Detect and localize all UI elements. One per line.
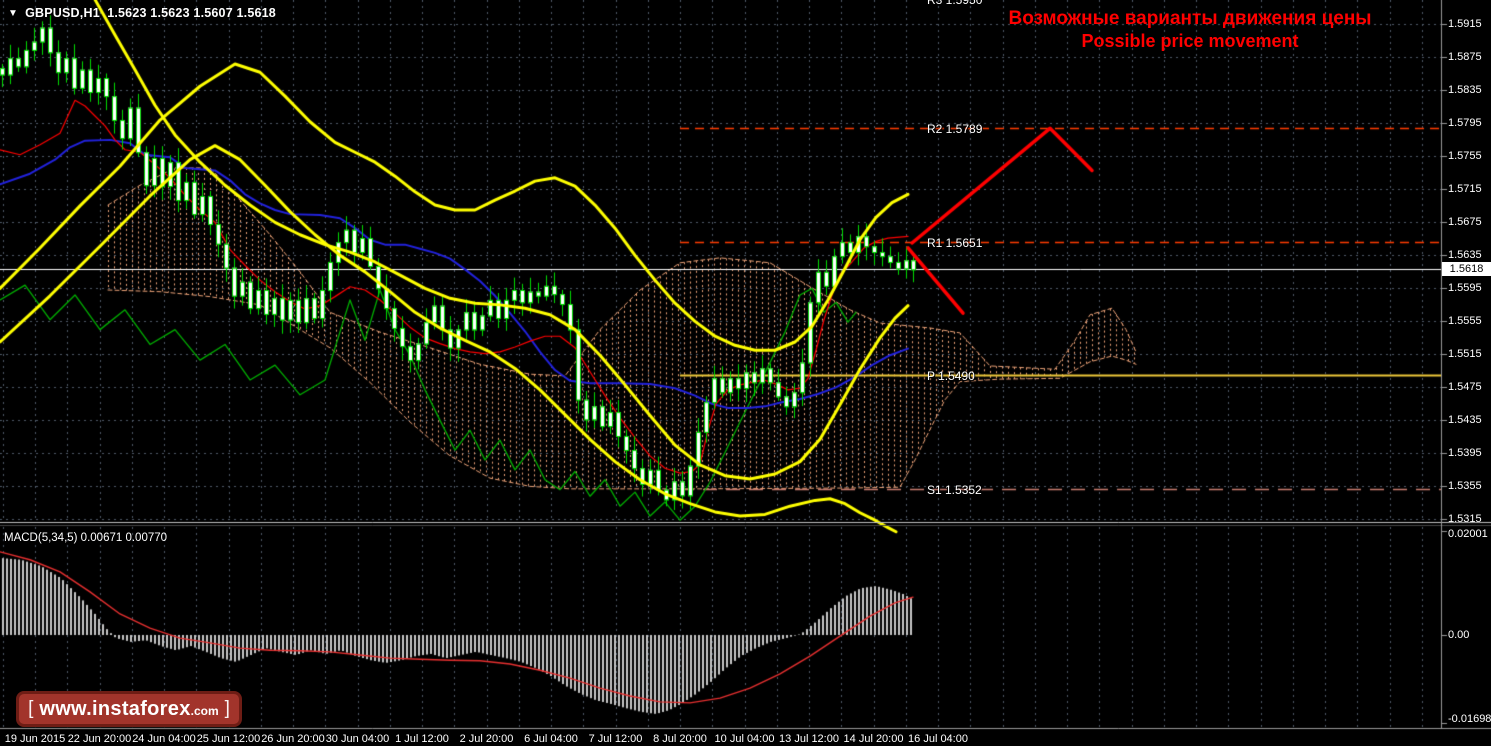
time-axis-label: 8 Jul 20:00 [653, 733, 707, 745]
price-tick-label: 1.5675 [1448, 216, 1482, 229]
time-axis-label: 19 Jun 2015 [4, 733, 66, 745]
watermark-close-bracket: ] [224, 698, 230, 719]
time-axis-label: 22 Jun 20:00 [67, 733, 132, 745]
time-axis-label: 25 Jun 12:00 [196, 733, 261, 745]
time-axis-label: 16 Jul 04:00 [908, 733, 968, 745]
pivot-level-label: R1 1.5651 [927, 236, 983, 251]
time-axis-label: 1 Jul 12:00 [395, 733, 449, 745]
price-tick-label: 1.5715 [1448, 183, 1482, 196]
price-tick-label: 1.5635 [1448, 249, 1482, 262]
price-tick-label: 1.5795 [1448, 117, 1482, 130]
price-chart-canvas[interactable] [0, 0, 1491, 746]
time-axis-label: 7 Jul 12:00 [588, 733, 643, 745]
time-axis-label: 2 Jul 20:00 [459, 733, 514, 745]
time-axis-label: 13 Jul 12:00 [779, 733, 839, 745]
time-axis-label: 24 Jun 04:00 [132, 733, 196, 745]
pivot-level-label: P 1.5490 [927, 369, 975, 383]
chart-window: ▼ GBPUSD,H1 1.5623 1.5623 1.5607 1.5618 В… [0, 0, 1491, 746]
symbol-dropdown-icon[interactable]: ▼ [8, 8, 18, 19]
price-tick-label: 1.5515 [1448, 348, 1482, 361]
quote-ohlc-label: 1.5623 1.5623 1.5607 1.5618 [107, 6, 276, 20]
pivot-level-label: R2 1.5789 [927, 122, 983, 137]
time-axis-label: 10 Jul 04:00 [714, 733, 775, 745]
price-tick-label: 1.5835 [1448, 84, 1482, 97]
pivot-level-label: S1 1.5352 [927, 482, 982, 497]
time-axis-label: 6 Jul 04:00 [524, 733, 578, 745]
time-axis-label: 26 Jun 20:00 [261, 733, 325, 745]
macd-tick-label: 0.00 [1448, 629, 1470, 641]
instaforex-watermark: [ www.instaforex .com ] [16, 691, 242, 727]
time-axis-label: 14 Jul 20:00 [843, 733, 904, 745]
price-tick-label: 1.5555 [1448, 315, 1482, 328]
symbol-timeframe-label: GBPUSD,H1 [25, 6, 100, 20]
time-axis-label: 30 Jun 04:00 [325, 733, 390, 745]
price-tick-label: 1.5435 [1448, 414, 1482, 427]
macd-tick-label: 0.02001 [1448, 528, 1488, 540]
watermark-open-bracket: [ [28, 698, 34, 719]
annotation-line-en: Possible price movement [1081, 31, 1299, 51]
annotation-line-ru: Возможные варианты движения цены [1008, 8, 1372, 29]
watermark-tld: .com [190, 704, 219, 718]
chart-title: ▼ GBPUSD,H1 1.5623 1.5623 1.5607 1.5618 [8, 6, 276, 20]
price-tick-label: 1.5915 [1448, 18, 1482, 31]
pivot-level-label: R3 1.5950 [927, 0, 983, 7]
macd-tick-label: -0.01698 [1448, 713, 1491, 725]
macd-indicator-label: MACD(5,34,5) 0.00671 0.00770 [4, 532, 168, 544]
current-price-badge: 1.5618 [1442, 262, 1491, 276]
price-tick-label: 1.5875 [1448, 51, 1482, 64]
price-tick-label: 1.5595 [1448, 282, 1482, 295]
price-tick-label: 1.5755 [1448, 150, 1482, 163]
watermark-domain: www.instaforex [39, 697, 191, 720]
price-tick-label: 1.5315 [1448, 513, 1482, 526]
price-tick-label: 1.5355 [1448, 480, 1482, 493]
price-tick-label: 1.5395 [1448, 447, 1482, 460]
price-tick-label: 1.5475 [1448, 381, 1482, 394]
